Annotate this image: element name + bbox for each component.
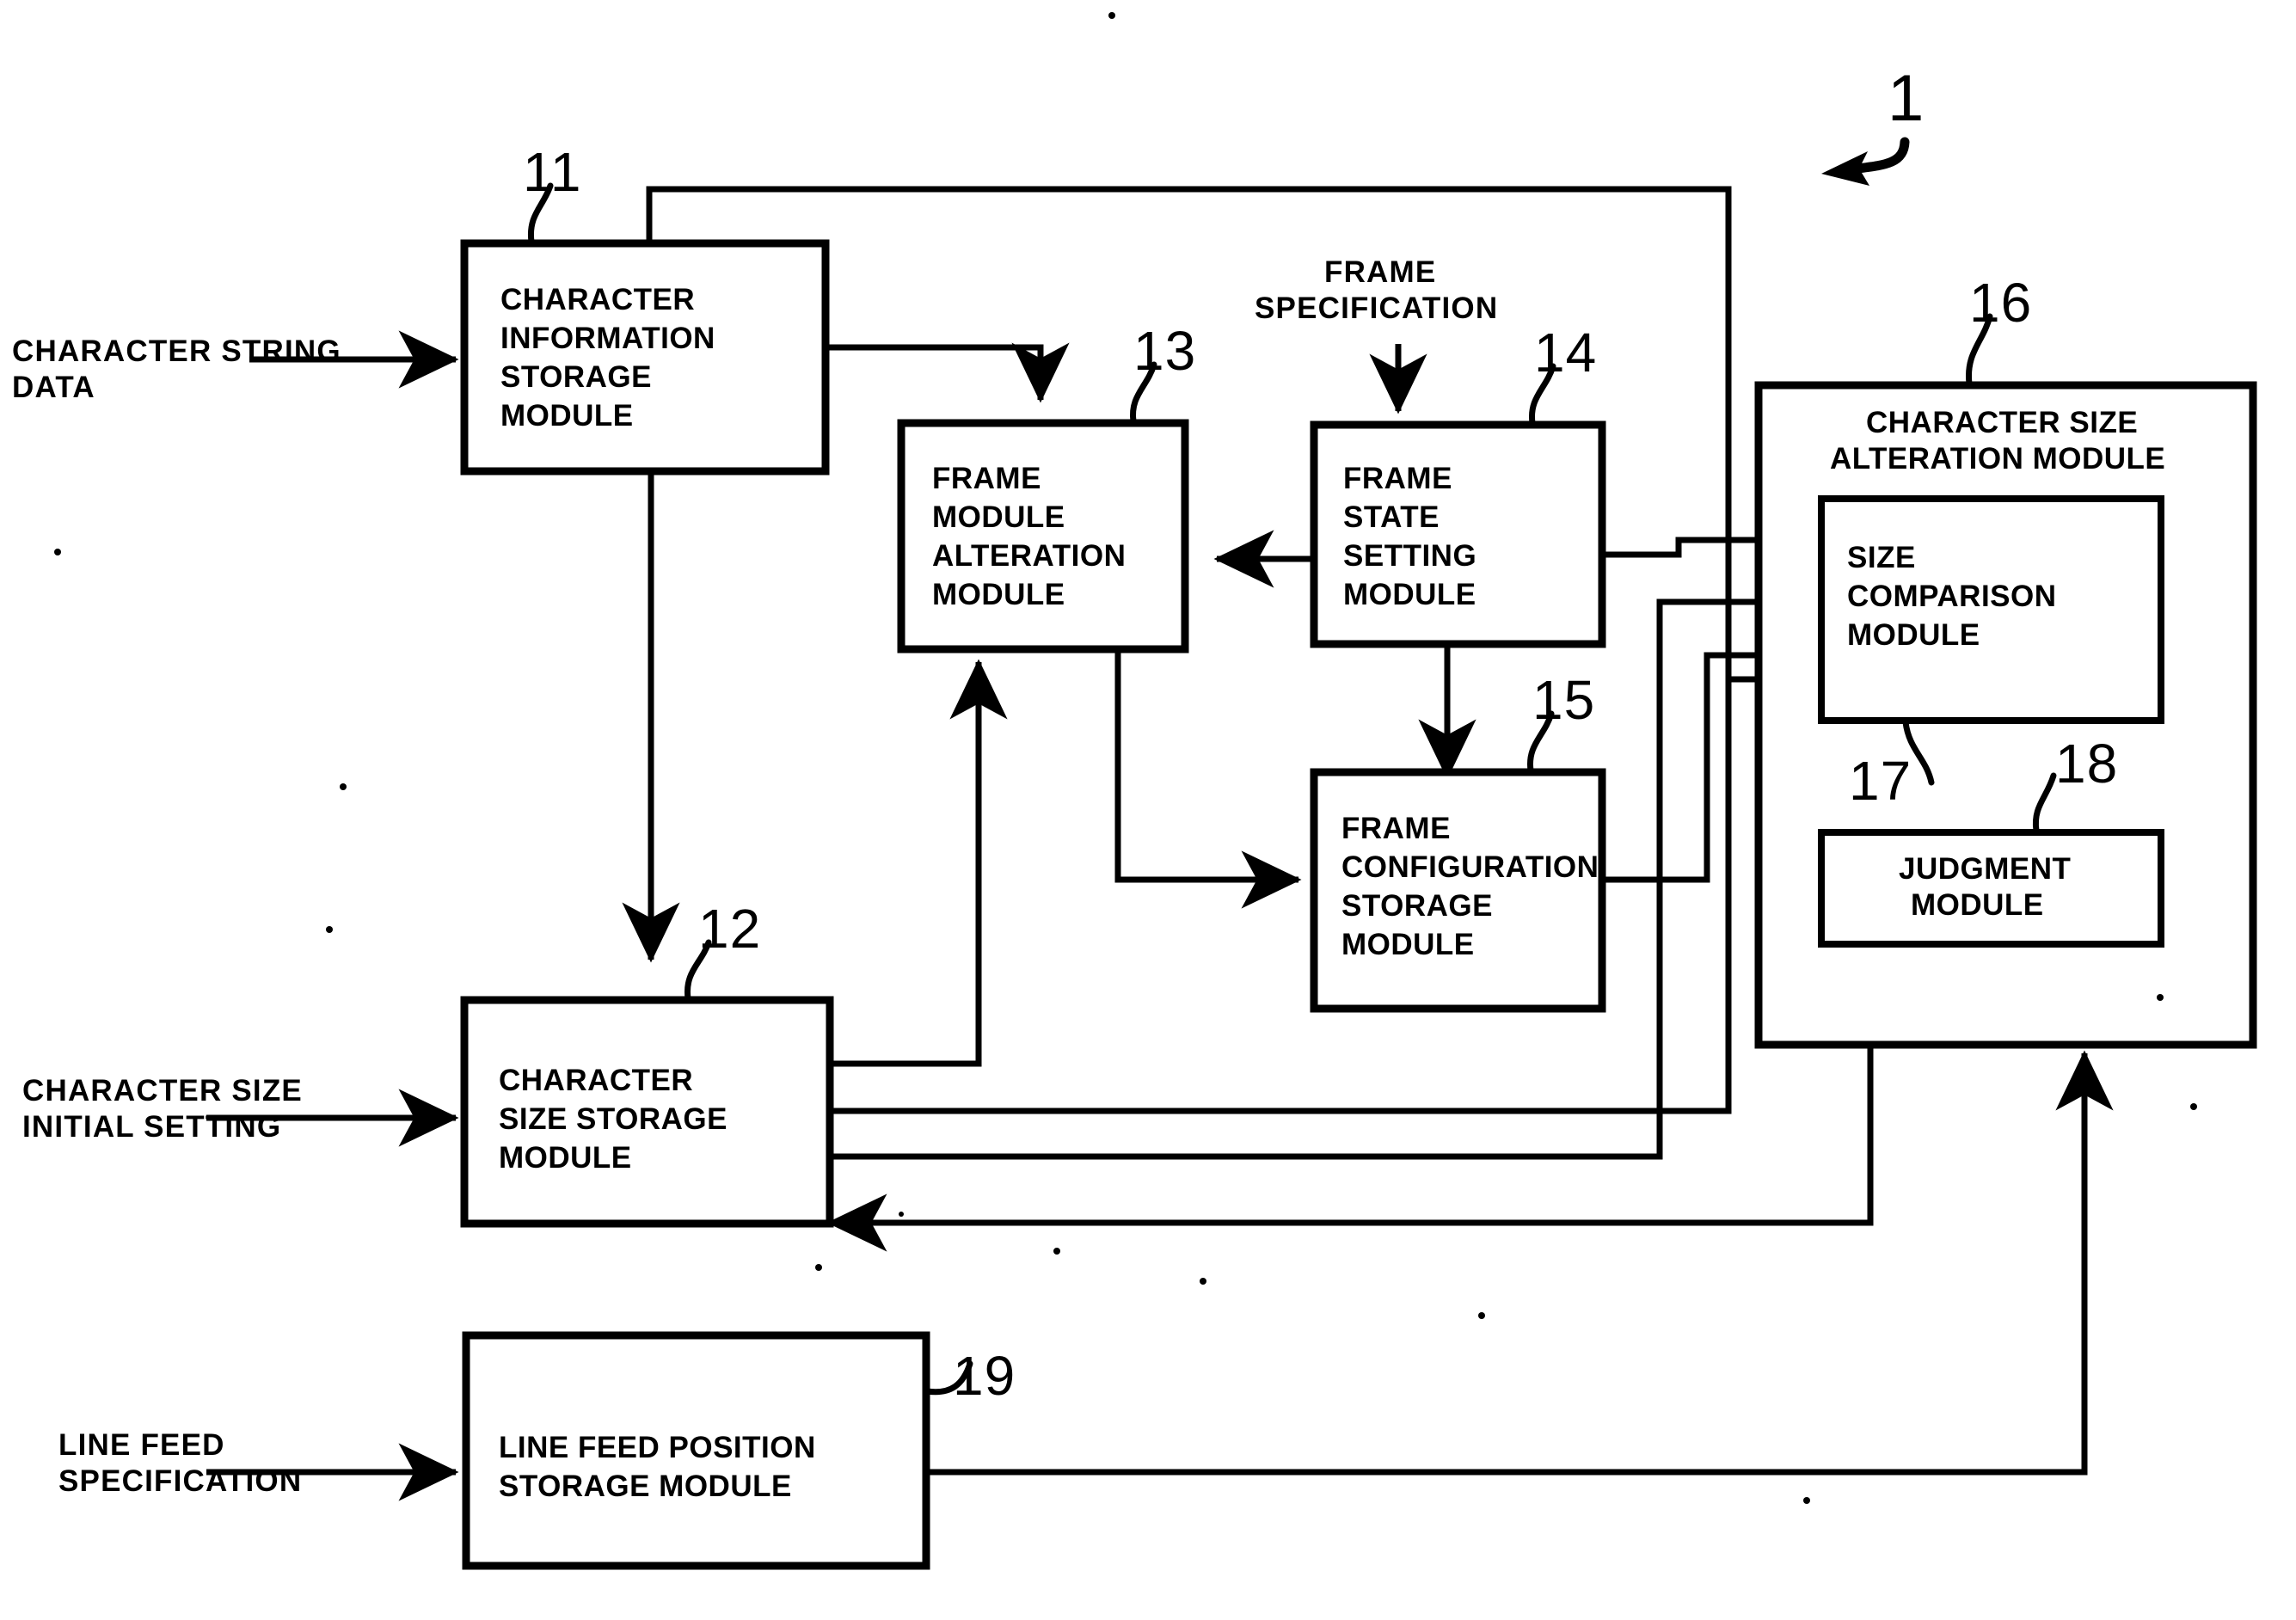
wire-frame-alteration-to-frame-config [1114,649,1302,909]
wire-line-feed-to-size-alteration [924,1050,2114,1476]
ext-label-line: LINE FEED [58,1428,225,1462]
ext-label-line: DATA [12,371,95,404]
block-label-line: STORAGE MODULE [499,1470,792,1503]
block-label-line: CHARACTER SIZE [1866,406,2138,439]
ref-number-12: 12 [698,898,761,960]
block-diagram-canvas: CHARACTER INFORMATION STORAGE MODULE 11 … [12,12,2257,1570]
ext-label-line: CHARACTER STRING [12,334,341,368]
ref-number-14: 14 [1534,322,1597,384]
block-character-size-storage-module[interactable]: CHARACTER SIZE STORAGE MODULE 12 [460,898,834,1228]
system-reference-callout: 1 [1821,62,1925,186]
wire-char-size-storage-to-frame-alteration [830,659,1008,1067]
ref-number-17: 17 [1849,750,1912,812]
block-label-line: SETTING [1343,539,1476,573]
ref-number-16: 16 [1969,272,2032,334]
block-label-line: CHARACTER [499,1064,693,1097]
block-label-line: ALTERATION MODULE [1830,442,2165,476]
wire-size-alteration-feedback-to-char-size-storage [826,1045,1874,1252]
wire-char-info-to-frame-alteration [826,342,1070,403]
ext-label-line: INITIAL SETTING [22,1110,281,1144]
block-label-line: MODULE [500,399,634,433]
patent-figure: CHARACTER INFORMATION STORAGE MODULE 11 … [0,0,2296,1620]
block-label-line: CHARACTER [500,283,695,316]
block-label-line: SIZE [1847,541,1916,574]
label-character-size-initial-setting: CHARACTER SIZE INITIAL SETTING [22,1074,303,1144]
ref-number-19: 19 [953,1345,1016,1407]
block-label-line: FRAME [932,462,1041,495]
block-frame-configuration-storage-module[interactable]: FRAME CONFIGURATION STORAGE MODULE 15 [1310,669,1606,1013]
ext-label-line: SPECIFICATION [1255,291,1498,325]
label-character-string-data: CHARACTER STRING DATA [12,334,341,404]
block-label-line: COMPARISON [1847,580,2057,613]
ref-number-1: 1 [1888,62,1925,135]
block-label-line: MODULE [932,500,1065,534]
block-label-line: SIZE STORAGE [499,1102,727,1136]
ext-label-line: FRAME [1324,255,1436,289]
block-label-line: JUDGMENT [1899,852,2071,886]
block-label-line: FRAME [1341,812,1451,845]
ref-number-15: 15 [1532,669,1595,731]
block-label-line: CONFIGURATION [1341,850,1599,884]
ref-number-11: 11 [523,141,581,203]
label-line-feed-specification: LINE FEED SPECIFICATION [58,1428,302,1498]
block-label-line: MODULE [1343,578,1476,611]
block-label-line: MODULE [1341,928,1475,961]
block-label-line: STORAGE [500,360,652,394]
block-label-line: INFORMATION [500,322,715,355]
label-frame-specification: FRAME SPECIFICATION [1255,255,1498,325]
block-label-line: STORAGE [1341,889,1493,923]
ext-label-line: SPECIFICATION [58,1464,302,1498]
block-label-line: MODULE [1911,888,2044,922]
block-frame-module-alteration-module[interactable]: FRAME MODULE ALTERATION MODULE 13 [897,320,1196,654]
block-label-line: MODULE [932,578,1065,611]
ref-number-18: 18 [2055,733,2118,795]
block-label-line: ALTERATION [932,539,1126,573]
block-label-line: FRAME [1343,462,1452,495]
block-label-line: MODULE [499,1141,632,1175]
block-line-feed-position-storage-module[interactable]: LINE FEED POSITION STORAGE MODULE 19 [462,1331,1016,1570]
block-label-line: MODULE [1847,618,1980,652]
block-frame-state-setting-module[interactable]: FRAME STATE SETTING MODULE 14 [1310,322,1606,648]
block-label-line: STATE [1343,500,1440,534]
ref-number-13: 13 [1133,320,1196,382]
ext-label-line: CHARACTER SIZE [22,1074,303,1108]
block-label-line: LINE FEED POSITION [499,1431,816,1464]
